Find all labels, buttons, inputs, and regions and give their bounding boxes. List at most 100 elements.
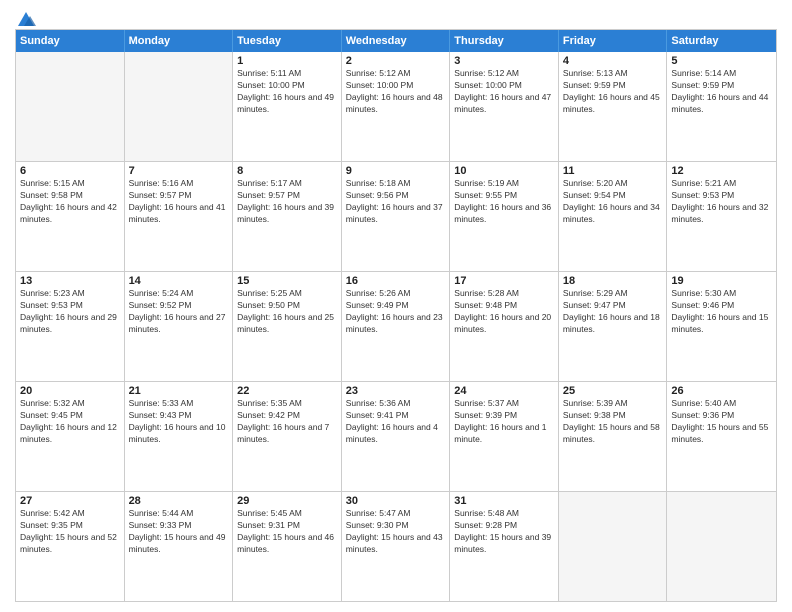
day-info: Sunrise: 5:26 AM Sunset: 9:49 PM Dayligh… [346, 288, 446, 336]
calendar-cell: 29Sunrise: 5:45 AM Sunset: 9:31 PM Dayli… [233, 492, 342, 601]
calendar-cell: 4Sunrise: 5:13 AM Sunset: 9:59 PM Daylig… [559, 52, 668, 161]
calendar-cell: 18Sunrise: 5:29 AM Sunset: 9:47 PM Dayli… [559, 272, 668, 381]
header-sunday: Sunday [16, 30, 125, 52]
calendar-cell: 11Sunrise: 5:20 AM Sunset: 9:54 PM Dayli… [559, 162, 668, 271]
day-number: 21 [129, 385, 229, 397]
calendar-cell: 19Sunrise: 5:30 AM Sunset: 9:46 PM Dayli… [667, 272, 776, 381]
calendar-cell: 24Sunrise: 5:37 AM Sunset: 9:39 PM Dayli… [450, 382, 559, 491]
day-number: 12 [671, 165, 772, 177]
day-number: 19 [671, 275, 772, 287]
day-number: 1 [237, 55, 337, 67]
day-number: 28 [129, 495, 229, 507]
calendar-cell: 17Sunrise: 5:28 AM Sunset: 9:48 PM Dayli… [450, 272, 559, 381]
day-number: 9 [346, 165, 446, 177]
calendar-cell: 26Sunrise: 5:40 AM Sunset: 9:36 PM Dayli… [667, 382, 776, 491]
day-number: 22 [237, 385, 337, 397]
calendar-header-row: Sunday Monday Tuesday Wednesday Thursday… [16, 30, 776, 52]
calendar-cell: 30Sunrise: 5:47 AM Sunset: 9:30 PM Dayli… [342, 492, 451, 601]
calendar-cell [667, 492, 776, 601]
day-info: Sunrise: 5:25 AM Sunset: 9:50 PM Dayligh… [237, 288, 337, 336]
day-info: Sunrise: 5:48 AM Sunset: 9:28 PM Dayligh… [454, 508, 554, 556]
calendar-row-1: 1Sunrise: 5:11 AM Sunset: 10:00 PM Dayli… [16, 52, 776, 162]
day-number: 27 [20, 495, 120, 507]
day-info: Sunrise: 5:12 AM Sunset: 10:00 PM Daylig… [346, 68, 446, 116]
day-info: Sunrise: 5:29 AM Sunset: 9:47 PM Dayligh… [563, 288, 663, 336]
calendar-cell: 10Sunrise: 5:19 AM Sunset: 9:55 PM Dayli… [450, 162, 559, 271]
day-number: 26 [671, 385, 772, 397]
calendar-cell: 21Sunrise: 5:33 AM Sunset: 9:43 PM Dayli… [125, 382, 234, 491]
logo [15, 10, 36, 25]
day-info: Sunrise: 5:14 AM Sunset: 9:59 PM Dayligh… [671, 68, 772, 116]
day-info: Sunrise: 5:33 AM Sunset: 9:43 PM Dayligh… [129, 398, 229, 446]
header-thursday: Thursday [450, 30, 559, 52]
calendar: Sunday Monday Tuesday Wednesday Thursday… [15, 29, 777, 602]
calendar-cell: 14Sunrise: 5:24 AM Sunset: 9:52 PM Dayli… [125, 272, 234, 381]
calendar-cell [559, 492, 668, 601]
day-info: Sunrise: 5:47 AM Sunset: 9:30 PM Dayligh… [346, 508, 446, 556]
day-info: Sunrise: 5:15 AM Sunset: 9:58 PM Dayligh… [20, 178, 120, 226]
calendar-body: 1Sunrise: 5:11 AM Sunset: 10:00 PM Dayli… [16, 52, 776, 601]
calendar-cell: 3Sunrise: 5:12 AM Sunset: 10:00 PM Dayli… [450, 52, 559, 161]
day-info: Sunrise: 5:35 AM Sunset: 9:42 PM Dayligh… [237, 398, 337, 446]
day-number: 8 [237, 165, 337, 177]
calendar-row-3: 13Sunrise: 5:23 AM Sunset: 9:53 PM Dayli… [16, 272, 776, 382]
day-info: Sunrise: 5:42 AM Sunset: 9:35 PM Dayligh… [20, 508, 120, 556]
calendar-cell: 20Sunrise: 5:32 AM Sunset: 9:45 PM Dayli… [16, 382, 125, 491]
day-info: Sunrise: 5:30 AM Sunset: 9:46 PM Dayligh… [671, 288, 772, 336]
day-info: Sunrise: 5:20 AM Sunset: 9:54 PM Dayligh… [563, 178, 663, 226]
day-number: 14 [129, 275, 229, 287]
calendar-row-5: 27Sunrise: 5:42 AM Sunset: 9:35 PM Dayli… [16, 492, 776, 601]
day-number: 30 [346, 495, 446, 507]
day-number: 4 [563, 55, 663, 67]
header-saturday: Saturday [667, 30, 776, 52]
calendar-cell: 5Sunrise: 5:14 AM Sunset: 9:59 PM Daylig… [667, 52, 776, 161]
calendar-row-2: 6Sunrise: 5:15 AM Sunset: 9:58 PM Daylig… [16, 162, 776, 272]
day-number: 2 [346, 55, 446, 67]
page: Sunday Monday Tuesday Wednesday Thursday… [0, 0, 792, 612]
day-info: Sunrise: 5:21 AM Sunset: 9:53 PM Dayligh… [671, 178, 772, 226]
day-info: Sunrise: 5:37 AM Sunset: 9:39 PM Dayligh… [454, 398, 554, 446]
day-number: 11 [563, 165, 663, 177]
day-number: 5 [671, 55, 772, 67]
day-number: 15 [237, 275, 337, 287]
day-info: Sunrise: 5:40 AM Sunset: 9:36 PM Dayligh… [671, 398, 772, 446]
day-info: Sunrise: 5:45 AM Sunset: 9:31 PM Dayligh… [237, 508, 337, 556]
header-monday: Monday [125, 30, 234, 52]
day-info: Sunrise: 5:36 AM Sunset: 9:41 PM Dayligh… [346, 398, 446, 446]
logo-icon [16, 10, 36, 28]
header-wednesday: Wednesday [342, 30, 451, 52]
calendar-cell: 31Sunrise: 5:48 AM Sunset: 9:28 PM Dayli… [450, 492, 559, 601]
day-info: Sunrise: 5:12 AM Sunset: 10:00 PM Daylig… [454, 68, 554, 116]
day-info: Sunrise: 5:13 AM Sunset: 9:59 PM Dayligh… [563, 68, 663, 116]
header-tuesday: Tuesday [233, 30, 342, 52]
calendar-cell: 9Sunrise: 5:18 AM Sunset: 9:56 PM Daylig… [342, 162, 451, 271]
day-number: 7 [129, 165, 229, 177]
calendar-cell: 2Sunrise: 5:12 AM Sunset: 10:00 PM Dayli… [342, 52, 451, 161]
day-info: Sunrise: 5:16 AM Sunset: 9:57 PM Dayligh… [129, 178, 229, 226]
day-number: 20 [20, 385, 120, 397]
day-info: Sunrise: 5:32 AM Sunset: 9:45 PM Dayligh… [20, 398, 120, 446]
calendar-cell: 12Sunrise: 5:21 AM Sunset: 9:53 PM Dayli… [667, 162, 776, 271]
calendar-cell: 22Sunrise: 5:35 AM Sunset: 9:42 PM Dayli… [233, 382, 342, 491]
day-number: 23 [346, 385, 446, 397]
day-info: Sunrise: 5:28 AM Sunset: 9:48 PM Dayligh… [454, 288, 554, 336]
calendar-cell: 7Sunrise: 5:16 AM Sunset: 9:57 PM Daylig… [125, 162, 234, 271]
day-info: Sunrise: 5:18 AM Sunset: 9:56 PM Dayligh… [346, 178, 446, 226]
day-info: Sunrise: 5:17 AM Sunset: 9:57 PM Dayligh… [237, 178, 337, 226]
day-number: 6 [20, 165, 120, 177]
day-number: 16 [346, 275, 446, 287]
calendar-cell [16, 52, 125, 161]
day-number: 24 [454, 385, 554, 397]
calendar-cell [125, 52, 234, 161]
day-number: 18 [563, 275, 663, 287]
day-number: 10 [454, 165, 554, 177]
calendar-cell: 23Sunrise: 5:36 AM Sunset: 9:41 PM Dayli… [342, 382, 451, 491]
header-friday: Friday [559, 30, 668, 52]
day-info: Sunrise: 5:19 AM Sunset: 9:55 PM Dayligh… [454, 178, 554, 226]
calendar-cell: 13Sunrise: 5:23 AM Sunset: 9:53 PM Dayli… [16, 272, 125, 381]
calendar-row-4: 20Sunrise: 5:32 AM Sunset: 9:45 PM Dayli… [16, 382, 776, 492]
day-number: 3 [454, 55, 554, 67]
day-info: Sunrise: 5:23 AM Sunset: 9:53 PM Dayligh… [20, 288, 120, 336]
calendar-cell: 8Sunrise: 5:17 AM Sunset: 9:57 PM Daylig… [233, 162, 342, 271]
calendar-cell: 15Sunrise: 5:25 AM Sunset: 9:50 PM Dayli… [233, 272, 342, 381]
